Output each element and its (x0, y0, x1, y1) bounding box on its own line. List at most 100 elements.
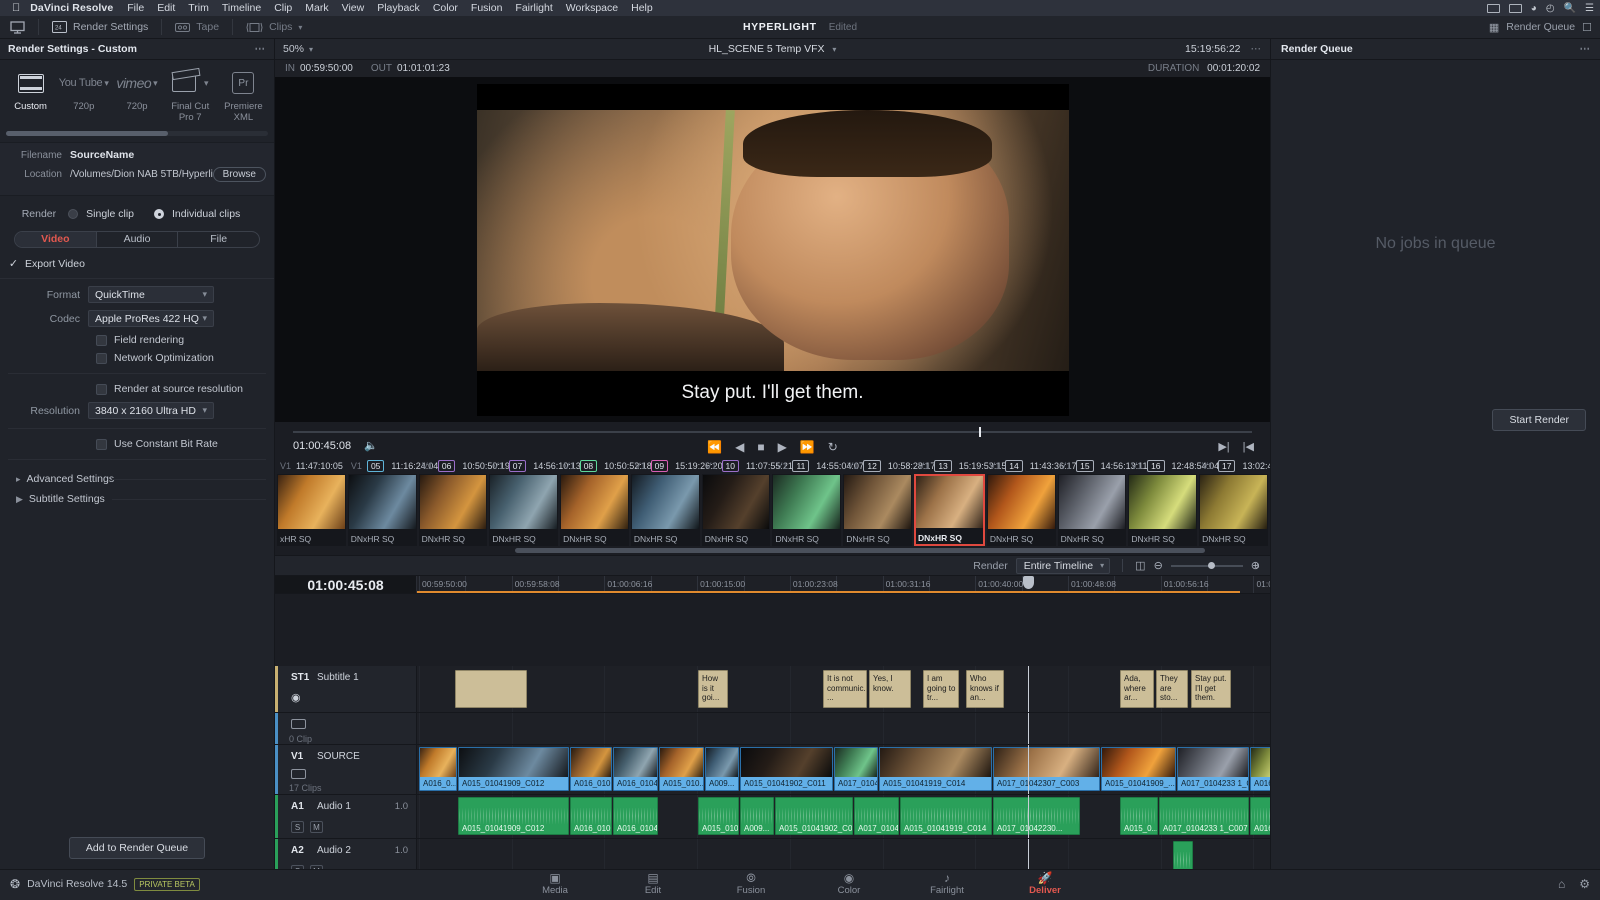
menu-color[interactable]: Color (433, 2, 458, 14)
eye-icon[interactable]: ◉ (291, 691, 301, 704)
constant-bitrate-checkbox[interactable] (96, 439, 107, 450)
menu-clip[interactable]: Clip (274, 2, 292, 14)
timeline-timecode[interactable]: 01:00:45:08 (275, 576, 417, 593)
export-video-row[interactable]: ✓ Export Video (0, 248, 274, 279)
chevron-down-icon[interactable]: ▾ (204, 78, 209, 89)
video-clip[interactable]: A016_0104... (1250, 747, 1270, 791)
preset-youtube[interactable]: You Tube ▾ 720p (57, 68, 110, 123)
render-queue-toggle-label[interactable]: Render Queue (1506, 21, 1575, 33)
filmstrip-clip-number[interactable]: 15 (1076, 460, 1093, 472)
track-body-v1[interactable]: A016_0...A015_01041909_C012A016_010...A0… (417, 745, 1270, 794)
filmstrip-clip-number[interactable]: 09 (651, 460, 668, 472)
format-select[interactable]: QuickTime ▾ (88, 286, 214, 303)
track-body-st1[interactable]: How is it goi...It is not communic. ...Y… (417, 666, 1270, 712)
page-color[interactable]: ◉ Color (820, 870, 878, 900)
timeline-zoom-slider[interactable] (1171, 565, 1243, 567)
chevron-down-icon[interactable]: ▾ (153, 78, 158, 89)
export-video-checkbox[interactable]: ✓ (8, 259, 19, 270)
start-render-button[interactable]: Start Render (1492, 409, 1586, 431)
menu-timeline[interactable]: Timeline (222, 2, 261, 14)
overflow-dots-icon[interactable]: ⋯ (1251, 43, 1263, 55)
filmstrip-clip-number[interactable]: 17 (1218, 460, 1235, 472)
menu-workspace[interactable]: Workspace (566, 2, 618, 14)
audio-clip[interactable]: A015_01041902_C011 (775, 797, 853, 835)
track-head-empty[interactable]: 0 Clip (275, 713, 417, 744)
step-back-icon[interactable]: ◀ (735, 440, 744, 454)
page-edit[interactable]: ▤ Edit (624, 870, 682, 900)
subtitle-clip[interactable]: How is it goi... (698, 670, 728, 708)
fullscreen-icon[interactable]: ☐ (1582, 21, 1592, 34)
tab-file[interactable]: File (178, 232, 259, 247)
filmstrip-clip-number[interactable]: 05 (367, 460, 384, 472)
video-clip[interactable]: A015_01041902_C011 (740, 747, 833, 791)
filmstrip-thumbnail[interactable]: DNxHR SQ (1058, 474, 1127, 546)
network-optimization-checkbox[interactable] (96, 353, 107, 364)
end-icon[interactable]: |◀ (1243, 440, 1254, 453)
audio-clip[interactable]: A015_01041909_C012 (458, 797, 569, 835)
audio-clip[interactable]: A015_0104... (698, 797, 739, 835)
filmstrip-thumbnail[interactable]: DNxHR SQ (1128, 474, 1197, 546)
audio-clip[interactable]: A017_01042230... (993, 797, 1080, 835)
menu-fusion[interactable]: Fusion (471, 2, 503, 14)
track-head-st1[interactable]: ST1 Subtitle 1 ◉ (275, 666, 417, 712)
track-head-a2[interactable]: A2 Audio 2 1.0 S M (275, 839, 417, 869)
app-brand-label[interactable]: DaVinci Resolve (30, 2, 113, 14)
menu-icon[interactable]: ☰ (1585, 3, 1594, 14)
field-rendering-row[interactable]: Field rendering (96, 334, 274, 346)
video-clip[interactable]: A016_010... (570, 747, 612, 791)
browse-button[interactable]: Browse (213, 167, 266, 182)
chevron-down-icon[interactable]: ▾ (832, 45, 836, 54)
subtitle-clip[interactable]: Who knows if an... (966, 670, 1004, 708)
timeline-playhead-handle[interactable] (1023, 576, 1034, 589)
overflow-dots-icon[interactable]: ⋯ (255, 43, 267, 55)
video-clip[interactable]: A015_01041919_C014 (879, 747, 992, 791)
filmstrip-thumbnail[interactable]: DNxHR SQ (987, 474, 1056, 546)
home-icon[interactable]: ⌂ (1558, 877, 1565, 891)
preset-scrollbar[interactable] (6, 131, 268, 136)
audio-clip[interactable]: A016_010... (570, 797, 612, 835)
timeline-playhead[interactable] (1028, 745, 1029, 794)
menu-view[interactable]: View (342, 2, 365, 14)
clock-icon[interactable]: ◴ (1546, 3, 1555, 14)
chevron-down-icon[interactable]: ▾ (104, 78, 109, 89)
video-clip[interactable]: A016_0... (419, 747, 457, 791)
timeline-ruler[interactable]: 01:00:45:08 00:59:50:0000:59:58:0801:00:… (275, 576, 1270, 594)
timeline-playhead[interactable] (1028, 713, 1029, 744)
next-marker-icon[interactable]: ▶| (1218, 440, 1229, 453)
filmstrip-thumbnail[interactable]: DNxHR SQ (702, 474, 771, 546)
page-deliver[interactable]: 🚀 Deliver (1016, 870, 1074, 900)
subtitle-settings-disclosure[interactable]: ▶ Subtitle Settings (0, 489, 274, 509)
subtitle-clip[interactable]: They are sto... (1156, 670, 1188, 708)
codec-select[interactable]: Apple ProRes 422 HQ ▾ (88, 310, 214, 327)
audio-clip[interactable]: A016_0104... (613, 797, 658, 835)
menu-fairlight[interactable]: Fairlight (515, 2, 552, 14)
subtitle-clip[interactable] (455, 670, 527, 708)
menu-mark[interactable]: Mark (305, 2, 328, 14)
render-at-source-row[interactable]: Render at source resolution (96, 383, 274, 395)
preset-premiere-xml[interactable]: Pr Premiere XML (217, 68, 270, 123)
filmstrip-thumbnail[interactable]: xHR SQ (277, 474, 346, 546)
network-optimization-row[interactable]: Network Optimization (96, 352, 274, 364)
scrub-playhead[interactable] (979, 427, 981, 437)
individual-clips-label[interactable]: Individual clips (172, 208, 240, 220)
screen-share-icon[interactable] (1487, 4, 1500, 13)
video-clip[interactable]: A017_0104233 1_C007 (1177, 747, 1249, 791)
audio-clip[interactable]: A016_0104... (1250, 797, 1270, 835)
advanced-settings-disclosure[interactable]: ▸ Advanced Settings (0, 469, 274, 489)
filmstrip-clip-number[interactable]: 12 (863, 460, 880, 472)
timeline-playhead[interactable] (1028, 795, 1029, 838)
single-clip-label[interactable]: Single clip (86, 208, 134, 220)
toolbar-render-settings[interactable]: 24 Render Settings (48, 21, 152, 33)
page-media[interactable]: ▣ Media (526, 870, 584, 900)
toolbar-clips[interactable]: Clips ▾ (242, 21, 306, 33)
jump-to-end-icon[interactable]: ⏩ (800, 440, 815, 454)
resolution-select[interactable]: 3840 x 2160 Ultra HD ▾ (88, 402, 214, 419)
out-value[interactable]: 01:01:01:23 (397, 63, 450, 74)
filmstrip-thumbnail[interactable]: DNxHR SQ (489, 474, 558, 546)
page-fusion[interactable]: ⦾ Fusion (722, 870, 780, 900)
field-rendering-checkbox[interactable] (96, 335, 107, 346)
battery-icon[interactable] (1509, 4, 1522, 13)
video-clip[interactable]: A017_01042307_C003 (993, 747, 1100, 791)
audio-clip[interactable]: A009... (740, 797, 774, 835)
filmstrip-clip-number[interactable]: 10 (722, 460, 739, 472)
